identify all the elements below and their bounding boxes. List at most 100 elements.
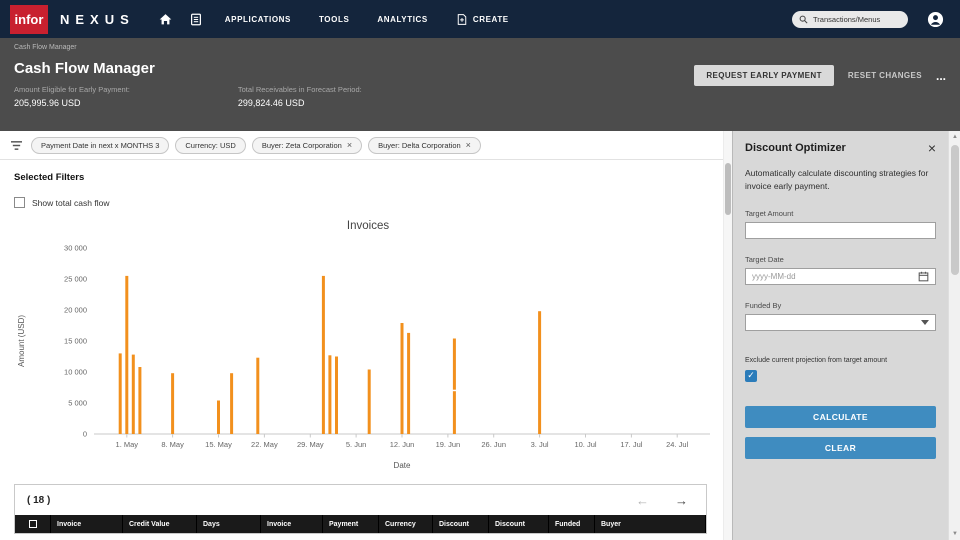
scroll-up-icon[interactable]: ▲: [949, 134, 960, 140]
svg-text:12. Jun: 12. Jun: [390, 440, 415, 449]
nav-applications[interactable]: APPLICATIONS: [211, 0, 305, 38]
stat-receivables-label: Total Receivables in Forecast Period:: [237, 85, 362, 94]
filter-list-icon[interactable]: [10, 140, 23, 151]
panel-description: Automatically calculate discounting stra…: [745, 168, 929, 191]
svg-text:5. Jun: 5. Jun: [346, 440, 366, 449]
breadcrumb[interactable]: Cash Flow Manager: [14, 38, 946, 51]
filter-chip[interactable]: Payment Date in next x MONTHS 3: [31, 136, 170, 154]
target-date-placeholder: yyyy-MM-dd: [752, 271, 796, 281]
select-all-checkbox[interactable]: [15, 515, 51, 533]
svg-text:30 000: 30 000: [64, 244, 87, 253]
stat-eligible-label: Amount Eligible for Early Payment:: [14, 85, 130, 94]
svg-text:20 000: 20 000: [64, 306, 87, 315]
svg-text:8. May: 8. May: [161, 440, 184, 449]
reset-changes-button[interactable]: RESET CHANGES: [848, 71, 922, 80]
svg-text:5 000: 5 000: [68, 399, 87, 408]
user-account-icon[interactable]: [920, 0, 950, 38]
header-actions: REQUEST EARLY PAYMENT RESET CHANGES ...: [694, 65, 946, 86]
selected-filters-title: Selected Filters: [14, 172, 85, 183]
table-column-header[interactable]: Currency: [379, 515, 433, 533]
table-column-header[interactable]: Discount: [489, 515, 549, 533]
main-body: Selected Filters Show total cash flow In…: [0, 160, 723, 540]
main-scrollbar-thumb[interactable]: [725, 163, 731, 215]
table-column-header[interactable]: Discount: [433, 515, 489, 533]
page-scrollbar[interactable]: ▲ ▼: [948, 131, 960, 540]
chevron-down-icon: [921, 319, 929, 325]
content-row: Payment Date in next x MONTHS 3 Currency:…: [0, 131, 960, 540]
svg-text:25 000: 25 000: [64, 275, 87, 284]
previous-page-icon[interactable]: ←: [636, 493, 649, 508]
more-options-icon[interactable]: ...: [936, 69, 946, 83]
filter-chip[interactable]: Currency: USD: [175, 136, 246, 154]
table-header-row: Invoice Credit Value Days Invoice Payment Cur…: [15, 515, 706, 533]
table-column-header[interactable]: Invoice: [261, 515, 323, 533]
filter-chip[interactable]: Buyer: Zeta Corporation ×: [251, 136, 363, 154]
nexus-brand: NEXUS: [60, 11, 135, 27]
search-icon: [799, 15, 808, 24]
show-total-cash-flow-checkbox[interactable]: [14, 197, 25, 208]
main-area: Payment Date in next x MONTHS 3 Currency:…: [0, 131, 723, 540]
next-page-icon[interactable]: →: [675, 493, 688, 508]
table-column-header[interactable]: Payment: [323, 515, 379, 533]
stat-eligible: Amount Eligible for Early Payment: 205,9…: [14, 85, 130, 108]
table-column-header[interactable]: Funded: [549, 515, 595, 533]
svg-text:3. Jul: 3. Jul: [531, 440, 549, 449]
tasks-icon[interactable]: [181, 0, 211, 38]
stat-receivables-value: 299,824.46 USD: [237, 98, 305, 108]
nav-tools[interactable]: TOOLS: [305, 0, 363, 38]
target-date-label: Target Date: [745, 254, 784, 264]
discount-optimizer-panel: Discount Optimizer × Automatically calcu…: [732, 131, 948, 540]
clear-button[interactable]: CLEAR: [745, 436, 936, 459]
svg-text:24. Jul: 24. Jul: [666, 440, 688, 449]
filter-chip[interactable]: Buyer: Delta Corporation ×: [368, 136, 481, 154]
filter-chip-label: Buyer: Delta Corporation: [378, 140, 461, 150]
svg-text:26. Jun: 26. Jun: [481, 440, 506, 449]
nav-create[interactable]: CREATE: [442, 0, 523, 38]
table-column-header[interactable]: Days: [197, 515, 261, 533]
show-total-cash-flow-row: Show total cash flow: [14, 197, 707, 208]
calculate-button[interactable]: CALCULATE: [745, 405, 936, 428]
create-icon: [456, 13, 468, 26]
page-header: Cash Flow Manager Cash Flow Manager Amou…: [0, 38, 960, 131]
svg-text:10 000: 10 000: [64, 368, 87, 377]
table-column-header[interactable]: Invoice: [51, 515, 123, 533]
svg-text:19. Jun: 19. Jun: [436, 440, 461, 449]
main-scrollbar[interactable]: [723, 131, 732, 540]
exclude-projection-checkbox[interactable]: ✓: [745, 369, 757, 382]
filter-chips: Payment Date in next x MONTHS 3 Currency:…: [31, 136, 481, 154]
panel-header: Discount Optimizer ×: [745, 141, 936, 155]
svg-text:1. May: 1. May: [116, 440, 139, 449]
funded-by-label: Funded By: [745, 300, 782, 310]
grid-toolbar: ( 18 ) ← →: [15, 485, 706, 515]
invoice-grid: ( 18 ) ← → Invoice Credit Value Days Invoic…: [14, 484, 707, 534]
scroll-down-icon[interactable]: ▼: [949, 531, 960, 537]
nav-create-label: CREATE: [472, 14, 509, 24]
close-icon[interactable]: ×: [928, 141, 936, 155]
filter-chip-label: Buyer: Zeta Corporation: [261, 140, 342, 150]
search-text: Transactions/Menus: [813, 14, 881, 24]
svg-text:29. May: 29. May: [297, 440, 324, 449]
page-scrollbar-thumb[interactable]: [951, 145, 959, 275]
show-total-cash-flow-label: Show total cash flow: [32, 197, 110, 208]
top-navigation: infor NEXUS APPLICATIONS TOOLS ANALYTICS…: [0, 0, 960, 38]
exclude-projection-label: Exclude current projection from target a…: [745, 356, 888, 364]
cash-flow-manager-app: infor NEXUS APPLICATIONS TOOLS ANALYTICS…: [0, 0, 960, 540]
calendar-icon[interactable]: [918, 271, 929, 282]
request-early-payment-button[interactable]: REQUEST EARLY PAYMENT: [694, 65, 834, 86]
global-search-input[interactable]: Transactions/Menus: [792, 10, 908, 28]
target-amount-label: Target Amount: [745, 208, 794, 218]
target-date-input[interactable]: yyyy-MM-dd: [745, 267, 936, 285]
chip-close-icon[interactable]: ×: [347, 140, 352, 150]
table-column-header[interactable]: Buyer: [595, 515, 706, 533]
svg-text:17. Jul: 17. Jul: [620, 440, 642, 449]
funded-by-select[interactable]: [745, 313, 936, 331]
target-amount-input[interactable]: [745, 221, 936, 239]
chart-title: Invoices: [346, 220, 390, 232]
filter-bar: Payment Date in next x MONTHS 3 Currency:…: [0, 131, 723, 160]
filter-chip-label: Currency: USD: [185, 140, 236, 150]
infor-logo[interactable]: infor: [10, 4, 48, 34]
nav-analytics[interactable]: ANALYTICS: [363, 0, 441, 38]
chip-close-icon[interactable]: ×: [466, 140, 471, 150]
home-icon[interactable]: [151, 0, 181, 38]
table-column-header[interactable]: Credit Value: [123, 515, 197, 533]
